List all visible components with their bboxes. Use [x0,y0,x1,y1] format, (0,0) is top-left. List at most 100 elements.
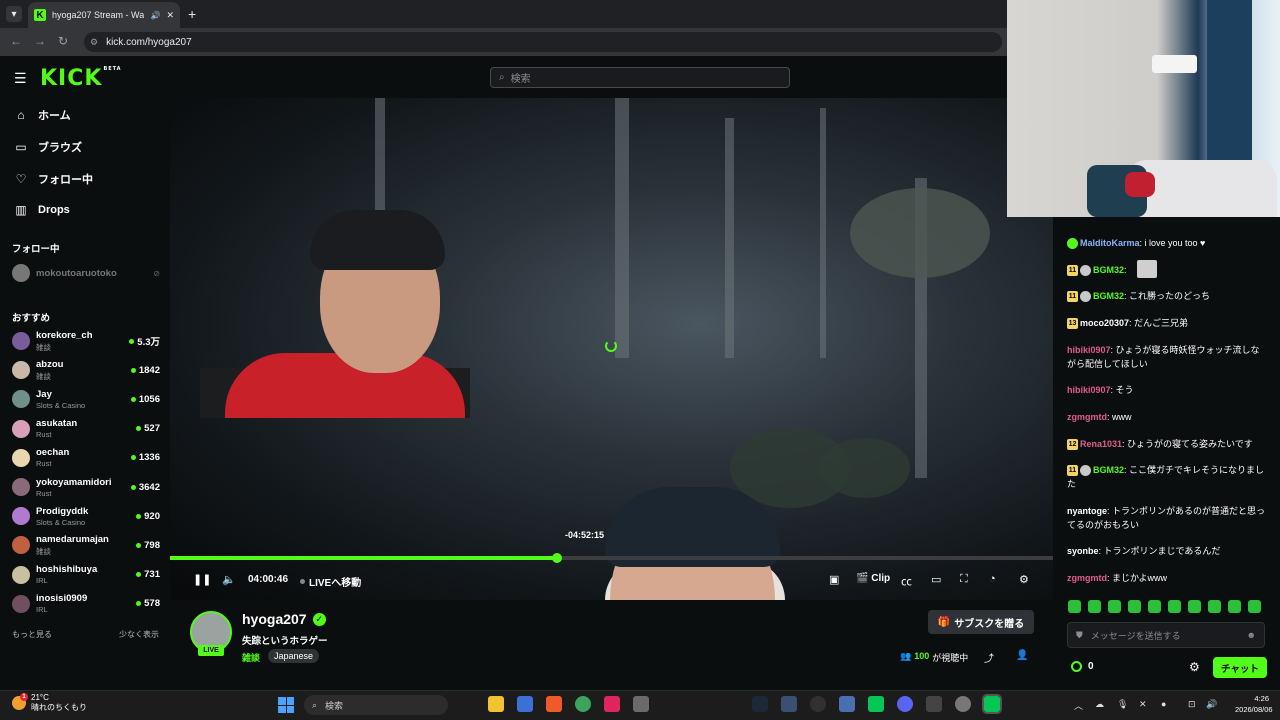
app-icon[interactable] [839,696,855,712]
share-icon[interactable]: ⤴ [984,650,994,665]
app-icon[interactable] [604,696,620,712]
show-more-link[interactable]: もっと見る [12,629,52,640]
kick-logo[interactable]: KICKBETA [40,66,122,91]
fullscreen-icon[interactable]: ⛶ [960,573,968,586]
weather-widget[interactable]: 1 21°C 晴れのちくもり [12,693,87,713]
miniplayer-icon[interactable]: ▣ [829,573,839,586]
taskbar-search[interactable]: ⌕ 検索 [304,695,448,715]
chat-username[interactable]: moco20307 [1080,318,1129,328]
chat-username[interactable]: BGM32 [1093,465,1124,475]
follow-user-icon[interactable]: 👤 [1016,650,1028,661]
recommended-channel[interactable]: korekore_ch 雑談 5.3万 [12,327,160,355]
kick-emote-icon[interactable] [1148,600,1161,613]
chat-username[interactable]: BGM32 [1093,291,1124,301]
chat-username[interactable]: hibiki0907 [1067,385,1111,395]
taskbar-clock[interactable]: 4:26 2026/08/06 [1235,693,1273,715]
kick-emote-icon[interactable] [1188,600,1201,613]
recommended-channel[interactable]: abzou 雑談 1842 [12,356,160,384]
captions-icon[interactable]: ㏄ [901,573,912,589]
kick-emote-icon[interactable] [1108,600,1121,613]
chat-username[interactable]: Rena1031 [1080,439,1122,449]
tray-network-icon[interactable]: ⊡ [1188,699,1196,710]
tray-app-icon[interactable]: ✕ [1139,699,1147,710]
recommended-channel[interactable]: Prodigyddk Slots & Casino 920 [12,502,160,530]
reload-icon[interactable]: ↻ [58,34,68,48]
recommended-channel[interactable]: namedarumajan 雑談 798 [12,531,160,559]
recommended-channel[interactable]: asukatan Rust 527 [12,415,160,443]
tab-close-icon[interactable]: ✕ [166,10,174,21]
sidebar-item-home[interactable]: ⌂ ホーム [14,107,70,123]
tray-mic-icon[interactable]: 🎙 [1117,699,1128,710]
clip-button[interactable]: 🎬 Clip [856,573,890,584]
brave-icon[interactable] [546,696,562,712]
kick-emote-icon[interactable] [1228,600,1241,613]
chat-send-button[interactable]: チャット [1213,657,1267,678]
forward-icon[interactable]: → [34,34,46,48]
kick-emote-icon[interactable] [1248,600,1261,613]
volume-icon[interactable]: 🔈 [222,573,236,586]
sidebar-item-following[interactable]: ♡ フォロー中 [14,171,93,187]
channel-points[interactable]: 0 [1071,661,1094,672]
gift-subscription-button[interactable]: 🎁 サブスクを贈る [928,610,1034,634]
tray-bluetooth-icon[interactable]: ● [1161,699,1166,709]
chat-username[interactable]: nyantoge [1067,506,1107,516]
recommended-channel[interactable]: oechan Rust 1336 [12,444,160,472]
tray-cloud-icon[interactable]: ☁ [1095,699,1104,710]
kick-emote-icon[interactable] [1168,600,1181,613]
sidebar-item-drops[interactable]: ▥ Drops [14,203,69,217]
settings-icon[interactable] [955,696,971,712]
progress-handle[interactable] [551,553,562,563]
file-explorer-icon[interactable] [488,696,504,712]
show-less-link[interactable]: 少なく表示 [119,629,159,640]
chat-input[interactable]: ⛊ メッセージを送信する ☻ [1067,622,1265,648]
back-icon[interactable]: ← [10,34,22,48]
chat-username[interactable]: zgmgmtd [1067,412,1107,422]
browser-tab[interactable]: K hyoga207 Stream - Watch L 🔊 ✕ [28,2,180,28]
url-field[interactable]: ⚙ kick.com/hyoga207 [84,32,1002,52]
following-channel[interactable]: mokoutoaruotoko ⊘ [12,259,160,287]
theater-mode-icon[interactable]: ▭ [931,573,941,586]
chat-username[interactable]: BGM32 [1093,265,1124,275]
search-input[interactable]: ⌕ 検索 [490,67,790,88]
recommended-channel[interactable]: yokoyamamidori Rust 3642 [12,473,160,501]
settings-gear-icon[interactable]: ⚙ [1019,573,1029,586]
go-live-button[interactable]: LIVEへ移動 [300,574,361,589]
app-icon[interactable] [926,696,942,712]
menu-icon[interactable]: ☰ [14,70,27,87]
tray-chevron-icon[interactable]: ︿ [1074,699,1083,712]
chat-settings-icon[interactable]: ⚙ [1189,660,1200,674]
audio-icon[interactable]: 🔊 [150,11,160,20]
obs-icon[interactable] [810,696,826,712]
app-icon[interactable] [781,696,797,712]
tray-volume-icon[interactable]: 🔊 [1206,699,1217,710]
line-icon[interactable] [982,694,1002,714]
chat-username[interactable]: syonbe [1067,546,1099,556]
recommended-channel[interactable]: Jay Slots & Casino 1056 [12,385,160,413]
kick-emote-icon[interactable] [1128,600,1141,613]
channel-name[interactable]: hyoga207 ✓ [242,611,326,627]
chat-username[interactable]: hibiki0907 [1067,345,1111,355]
chat-username[interactable]: zgmgmtd [1067,573,1107,583]
chrome-icon[interactable] [575,696,591,712]
discord-icon[interactable] [897,696,913,712]
sidebar-item-browse[interactable]: ▭ ブラウズ [14,139,82,155]
pause-icon[interactable]: ❚❚ [193,573,211,586]
site-info-icon[interactable]: ⚙ [90,37,98,48]
steam-icon[interactable] [752,696,768,712]
line-icon[interactable] [868,696,884,712]
tab-search-icon[interactable]: ▾ [6,6,22,22]
stream-tag[interactable]: Japanese [268,649,320,663]
emoji-icon[interactable]: ☻ [1247,630,1256,640]
recommended-channel[interactable]: inosisi0909 IRL 578 [12,590,160,618]
app-icon[interactable] [517,696,533,712]
chat-username[interactable]: MalditoKarma [1080,238,1140,248]
stream-category[interactable]: 雑談 [242,651,260,664]
windows-start-icon[interactable] [278,697,294,713]
playback-speed-icon[interactable]: ◔ [989,573,996,585]
app-icon[interactable] [633,696,649,712]
new-tab-button[interactable]: + [188,6,196,22]
recommended-channel[interactable]: hoshishibuya IRL 731 [12,561,160,589]
kick-emote-icon[interactable] [1088,600,1101,613]
kick-emote-icon[interactable] [1068,600,1081,613]
kick-emote-icon[interactable] [1208,600,1221,613]
